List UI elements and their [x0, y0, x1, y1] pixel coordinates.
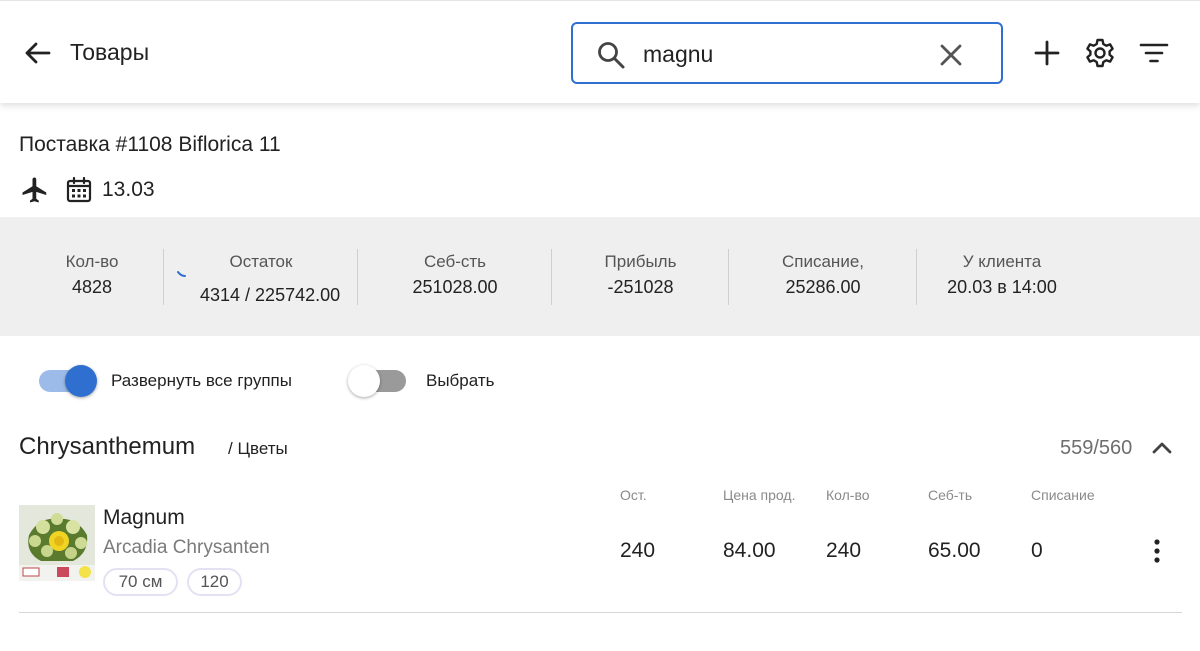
product-writeoff-value[interactable]: 0 — [1031, 539, 1043, 563]
product-cost-value: 65.00 — [928, 539, 981, 562]
add-icon — [1034, 40, 1060, 66]
clear-search-button[interactable] — [935, 39, 967, 71]
product-length-chip: 70 см — [103, 568, 178, 596]
stat-profit: Прибыль -251028 — [552, 217, 729, 336]
stat-at-client: У клиента 20.03 в 14:00 — [917, 217, 1087, 336]
app-header: Товары — [0, 0, 1200, 103]
stat-label: Списание, — [782, 252, 864, 271]
toggle-knob — [65, 365, 97, 397]
settings-button[interactable] — [1084, 37, 1116, 69]
product-name: Magnum — [103, 506, 185, 529]
flower-image — [19, 505, 95, 581]
select-label: Выбрать — [426, 371, 495, 390]
search-box[interactable] — [571, 22, 1003, 84]
filter-icon — [1139, 43, 1169, 63]
stats-panel: Кол-во 4828 Остаток 4314 / 225742.00 Себ… — [0, 217, 1200, 336]
product-pack-chip: 120 — [187, 568, 242, 596]
product-quantity-value[interactable]: 240 — [826, 539, 861, 563]
plane-icon — [22, 177, 47, 203]
chevron-up-icon — [1152, 442, 1172, 454]
stat-writeoff: Списание, 25286.00 — [729, 217, 917, 336]
add-button[interactable] — [1031, 37, 1063, 69]
gear-icon — [1086, 38, 1114, 68]
stat-label: Себ-сть — [423, 252, 487, 271]
delivery-title: Поставка #1108 Biflorica 11 — [19, 133, 281, 156]
row-divider — [19, 612, 1182, 613]
stat-value: 25286.00 — [785, 277, 861, 297]
product-grower: Arcadia Chrysanten — [103, 537, 270, 558]
close-icon — [940, 44, 962, 66]
product-sale-price-value[interactable]: 84.00 — [723, 539, 776, 563]
stat-label: Остаток — [229, 252, 293, 271]
page-title: Товары — [70, 39, 150, 65]
stat-value: 4828 — [71, 277, 113, 297]
more-vertical-icon — [1154, 539, 1160, 563]
stat-value: -251028 — [607, 277, 674, 297]
stat-label: Кол-во — [65, 252, 119, 271]
stat-quantity: Кол-во 4828 — [20, 217, 164, 336]
stat-value: 20.03 в 14:00 — [947, 277, 1057, 297]
back-button[interactable] — [22, 37, 54, 69]
toggle-knob — [348, 365, 380, 397]
stat-cost: Себ-сть 251028.00 — [358, 217, 552, 336]
expand-all-groups-label: Развернуть все группы — [111, 371, 292, 390]
search-icon — [598, 42, 625, 69]
column-header-quantity: Кол-во — [826, 487, 870, 503]
filter-button[interactable] — [1138, 37, 1170, 69]
stat-remainder: Остаток 4314 / 225742.00 — [164, 217, 358, 336]
product-remainder-value: 240 — [620, 539, 656, 562]
stat-label: У клиента — [962, 252, 1042, 271]
column-header-remainder: Ост. — [620, 487, 647, 503]
group-count: 559/560 — [1060, 437, 1133, 459]
column-header-sale-price: Цена прод. — [723, 487, 796, 503]
column-header-cost: Себ-ть — [928, 487, 973, 503]
product-thumbnail[interactable] — [19, 505, 95, 581]
expand-all-groups-toggle[interactable] — [37, 363, 97, 397]
arrow-back-icon — [25, 42, 51, 64]
column-header-writeoff: Списание — [1031, 487, 1095, 503]
collapse-group-button[interactable] — [1148, 434, 1176, 462]
stat-value: 251028.00 — [412, 277, 498, 297]
group-title: Chrysanthemum — [19, 433, 196, 460]
delivery-date: 13.03 — [102, 178, 155, 201]
calendar-icon — [66, 176, 92, 203]
product-more-button[interactable] — [1145, 536, 1169, 568]
stat-value: 4314 / 225742.00 — [200, 285, 341, 305]
search-input[interactable] — [643, 38, 923, 70]
stat-label: Прибыль — [604, 252, 677, 271]
select-toggle[interactable] — [348, 363, 408, 397]
group-category: / Цветы — [228, 439, 288, 458]
